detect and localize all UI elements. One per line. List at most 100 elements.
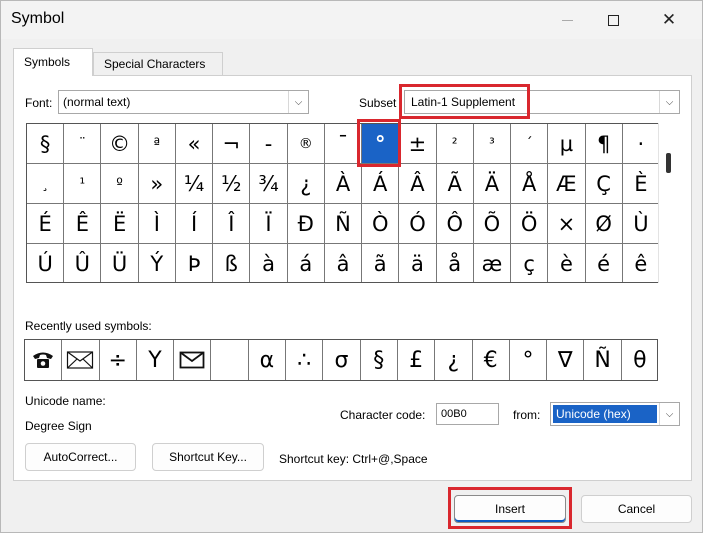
symbol-cell[interactable]: É — [27, 204, 65, 244]
symbol-cell[interactable]: ª — [138, 124, 176, 164]
symbol-cell[interactable]: ´ — [511, 124, 549, 164]
symbol-cell[interactable]: ¬ — [213, 124, 251, 164]
symbol-cell[interactable]: Â — [399, 164, 437, 204]
symbol-cell[interactable]: Þ — [176, 244, 214, 282]
symbol-cell[interactable]: µ — [548, 124, 586, 164]
symbol-cell[interactable]: × — [548, 204, 586, 244]
tab-symbols[interactable]: Symbols — [13, 48, 93, 76]
recent-symbol-cell[interactable]: £ — [398, 340, 436, 380]
symbol-cell[interactable]: ã — [362, 244, 400, 282]
symbol-cell[interactable]: Ò — [362, 204, 400, 244]
symbol-cell[interactable]: Î — [213, 204, 251, 244]
symbol-cell[interactable]: º — [101, 164, 139, 204]
symbol-cell[interactable]: Ó — [399, 204, 437, 244]
symbol-cell[interactable]: ± — [399, 124, 437, 164]
from-dropdown[interactable]: Unicode (hex) ⌵ — [550, 402, 680, 426]
symbol-cell[interactable]: Ë — [101, 204, 139, 244]
symbol-cell[interactable]: Ç — [585, 164, 623, 204]
recent-symbol-cell[interactable]: ∇ — [547, 340, 585, 380]
symbol-cell[interactable]: Í — [175, 204, 214, 244]
scrollbar-thumb[interactable] — [666, 153, 671, 173]
autocorrect-button[interactable]: AutoCorrect... — [25, 443, 136, 471]
recent-symbol-cell[interactable]: σ — [323, 340, 361, 380]
symbol-cell[interactable]: « — [175, 124, 214, 164]
symbol-cell[interactable]: Ï — [250, 204, 288, 244]
symbol-cell[interactable]: ® — [287, 124, 325, 164]
symbol-cell[interactable]: ¿ — [287, 164, 325, 204]
symbol-cell[interactable]: À — [324, 164, 363, 204]
recent-symbol-cell[interactable]: ÷ — [100, 340, 137, 380]
chevron-down-icon[interactable]: ⌵ — [288, 91, 308, 113]
maximize-button[interactable] — [591, 5, 635, 35]
symbol-cell[interactable]: © — [101, 124, 139, 164]
symbol-cell[interactable]: Å — [511, 164, 549, 204]
symbol-cell[interactable]: Ì — [138, 204, 176, 244]
recent-symbol-cell[interactable]: Y — [137, 340, 175, 380]
recent-symbol-cell[interactable]: € — [473, 340, 510, 380]
symbol-cell[interactable]: · — [622, 124, 658, 164]
envelope-icon[interactable] — [62, 340, 100, 380]
mail-icon[interactable] — [174, 340, 212, 380]
symbol-cell[interactable]: ³ — [473, 124, 512, 164]
character-code-input[interactable]: 00B0 — [436, 403, 499, 425]
chevron-down-icon[interactable]: ⌵ — [659, 403, 679, 425]
symbol-cell[interactable]: à — [250, 244, 288, 282]
symbol-cell[interactable]: â — [325, 244, 363, 282]
recent-symbol-cell[interactable]: θ — [622, 340, 657, 380]
recent-symbol-cell[interactable]: α — [249, 340, 287, 380]
symbol-cell[interactable]: Æ — [548, 164, 586, 204]
symbol-cell[interactable]: Ð — [287, 204, 325, 244]
symbol-cell[interactable]: Ã — [436, 164, 474, 204]
symbol-cell[interactable]: á — [288, 244, 325, 282]
symbol-cell[interactable]: ² — [436, 124, 474, 164]
symbol-cell[interactable]: ¼ — [175, 164, 214, 204]
symbol-cell[interactable]: Ø — [585, 204, 623, 244]
shortcut-key-button[interactable]: Shortcut Key... — [152, 443, 264, 471]
symbol-cell[interactable]: Õ — [473, 204, 512, 244]
symbol-cell[interactable]: Ü — [101, 244, 139, 282]
chevron-down-icon[interactable]: ⌵ — [659, 91, 679, 113]
symbol-cell[interactable]: ç — [511, 244, 549, 282]
symbol-cell[interactable]: - — [250, 124, 288, 164]
symbol-cell[interactable]: » — [138, 164, 176, 204]
cancel-button[interactable]: Cancel — [581, 495, 692, 523]
symbol-cell[interactable]: ¹ — [64, 164, 102, 204]
recent-symbol-cell[interactable]: ¿ — [435, 340, 473, 380]
symbol-cell[interactable]: ê — [623, 244, 658, 282]
symbol-cell[interactable]: Ä — [473, 164, 512, 204]
symbol-cell[interactable]: å — [437, 244, 474, 282]
telephone-icon[interactable] — [25, 340, 63, 380]
minimize-button[interactable] — [545, 5, 589, 35]
symbol-cell[interactable]: Á — [362, 164, 400, 204]
close-button[interactable]: ✕ — [647, 5, 691, 35]
symbol-cell[interactable]: Ý — [139, 244, 176, 282]
font-dropdown[interactable]: (normal text) ⌵ — [58, 90, 309, 114]
symbol-cell[interactable]: Û — [64, 244, 102, 282]
symbol-cell[interactable]: Ô — [436, 204, 474, 244]
recent-symbol-cell[interactable] — [211, 340, 249, 380]
symbol-cell[interactable]: æ — [474, 244, 512, 282]
recent-symbol-cell[interactable]: § — [361, 340, 398, 380]
recent-symbol-cell[interactable]: Ñ — [584, 340, 622, 380]
symbol-cell[interactable]: Ñ — [324, 204, 363, 244]
symbol-cell[interactable]: È — [622, 164, 658, 204]
symbol-cell[interactable]: é — [586, 244, 623, 282]
symbol-cell[interactable]: ¨ — [64, 124, 102, 164]
symbol-cell[interactable]: Ê — [64, 204, 102, 244]
recent-symbol-cell[interactable]: ∴ — [286, 340, 324, 380]
symbol-cell[interactable]: § — [27, 124, 65, 164]
symbol-cell[interactable]: ¶ — [585, 124, 623, 164]
symbol-cell[interactable]: ¾ — [250, 164, 288, 204]
symbol-cell[interactable]: ½ — [213, 164, 251, 204]
grid-scrollbar[interactable] — [658, 123, 677, 283]
symbol-cell[interactable]: ¸ — [27, 164, 65, 204]
symbol-cell[interactable]: Ú — [27, 244, 65, 282]
window-title: Symbol — [11, 10, 65, 27]
symbol-cell[interactable]: Ù — [622, 204, 658, 244]
symbol-cell[interactable]: è — [548, 244, 586, 282]
symbol-cell[interactable]: ß — [213, 244, 251, 282]
tab-special-characters[interactable]: Special Characters — [93, 52, 223, 75]
recent-symbol-cell[interactable]: ° — [510, 340, 548, 380]
symbol-cell[interactable]: Ö — [511, 204, 549, 244]
symbol-cell[interactable]: ä — [399, 244, 437, 282]
